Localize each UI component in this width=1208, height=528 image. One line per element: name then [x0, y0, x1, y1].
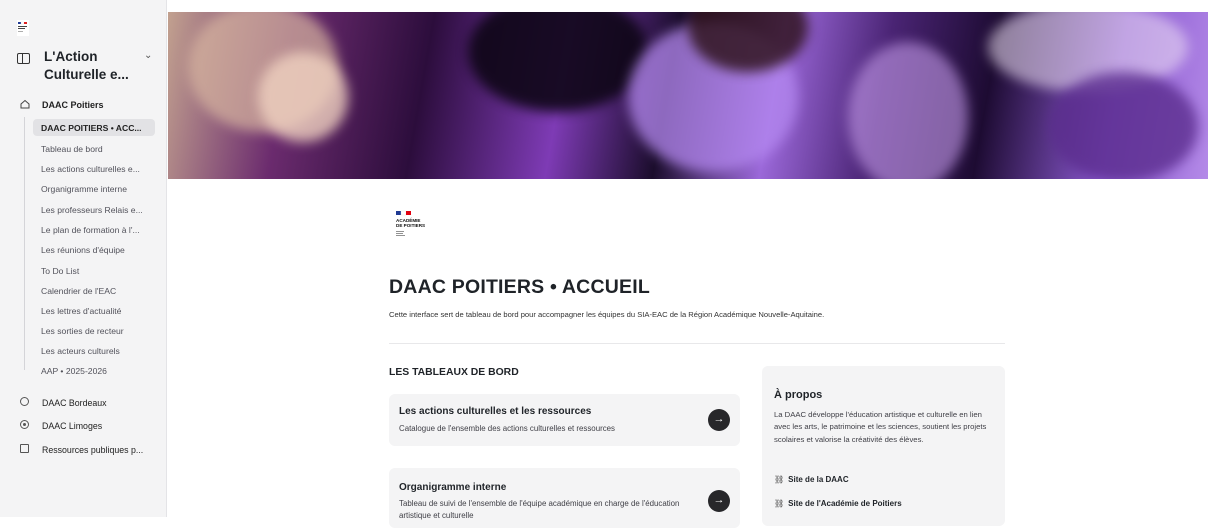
section-title: LES TABLEAUX DE BORD — [389, 367, 519, 378]
dashboard-card-organigramme[interactable]: Organigramme interne Tableau de suivi de… — [389, 468, 740, 528]
card-title: Les actions culturelles et les ressource… — [399, 406, 592, 417]
sidebar-item-ressources[interactable]: Ressources publiques p... — [42, 445, 143, 455]
book-icon — [17, 53, 30, 64]
sidebar-item-lettres[interactable]: Les lettres d'actualité — [41, 306, 121, 316]
card-title: Organigramme interne — [399, 482, 507, 493]
arrow-right-icon[interactable]: → — [708, 490, 730, 512]
link-site-academie[interactable]: ⛓ Site de l'Académie de Poitiers — [774, 499, 902, 508]
card-description: Catalogue de l'ensemble des actions cult… — [399, 424, 615, 433]
sidebar-item-tableau-de-bord[interactable]: Tableau de bord — [41, 144, 103, 154]
sidebar-item-professeurs-relais[interactable]: Les professeurs Relais e... — [41, 205, 143, 215]
dashboard-card-actions[interactable]: Les actions culturelles et les ressource… — [389, 394, 740, 446]
target-icon — [20, 420, 29, 429]
sidebar-item-todo[interactable]: To Do List — [41, 266, 79, 276]
circle-icon — [20, 397, 29, 406]
card-description: Tableau de suivi de l'ensemble de l'équi… — [399, 499, 680, 520]
sidebar-item-accueil[interactable]: DAAC POITIERS • ACC... — [41, 123, 142, 133]
academie-logo: ACADÉMIE DE POITIERS — [391, 208, 435, 244]
sidebar-item-calendrier[interactable]: Calendrier de l'EAC — [41, 286, 116, 296]
hero-banner-image — [168, 12, 1208, 179]
sidebar-item-acteurs[interactable]: Les acteurs culturels — [41, 346, 120, 356]
sidebar-item-daac-bordeaux[interactable]: DAAC Bordeaux — [42, 398, 107, 408]
sidebar-item-plan-formation[interactable]: Le plan de formation à l'... — [41, 225, 140, 235]
workspace-title[interactable]: L'Action Culturelle e... — [44, 48, 140, 84]
logo-line-2: DE POITIERS — [396, 223, 425, 228]
page-title: DAAC POITIERS • ACCUEIL — [389, 276, 650, 298]
link-label[interactable]: Site de la DAAC — [788, 475, 848, 484]
sidebar-item-reunions[interactable]: Les réunions d'équipe — [41, 245, 125, 255]
divider — [389, 343, 1005, 344]
about-text: La DAAC développe l'éducation artistique… — [774, 410, 987, 444]
link-label[interactable]: Site de l'Académie de Poitiers — [788, 499, 902, 508]
sidebar-item-daac-limoges[interactable]: DAAC Limoges — [42, 421, 102, 431]
sidebar-item-organigramme[interactable]: Organigramme interne — [41, 184, 127, 194]
about-panel: À propos La DAAC développe l'éducation a… — [762, 366, 1005, 526]
arrow-right-icon[interactable]: → — [708, 409, 730, 431]
link-site-daac[interactable]: ⛓ Site de la DAAC — [774, 475, 849, 484]
book-icon — [20, 444, 29, 453]
nav-rail — [24, 117, 25, 370]
sidebar-item-aap[interactable]: AAP • 2025-2026 — [41, 366, 107, 376]
sidebar: L'Action Culturelle e... ⌄ DAAC Poitiers… — [0, 0, 167, 517]
logo-line-1: ACADÉMIE — [396, 216, 421, 223]
link-icon: ⛓ — [774, 499, 785, 508]
page-subtitle: Cette interface sert de tableau de bord … — [389, 310, 825, 319]
home-icon — [20, 99, 30, 109]
sidebar-item-sorties[interactable]: Les sorties de recteur — [41, 326, 124, 336]
workspace-logo-icon — [17, 20, 29, 36]
sidebar-item-daac-poitiers[interactable]: DAAC Poitiers — [42, 100, 104, 110]
about-title: À propos — [774, 389, 823, 401]
link-icon: ⛓ — [774, 475, 785, 484]
chevron-down-icon[interactable]: ⌄ — [144, 50, 152, 61]
sidebar-item-actions-culturelles[interactable]: Les actions culturelles e... — [41, 164, 140, 174]
